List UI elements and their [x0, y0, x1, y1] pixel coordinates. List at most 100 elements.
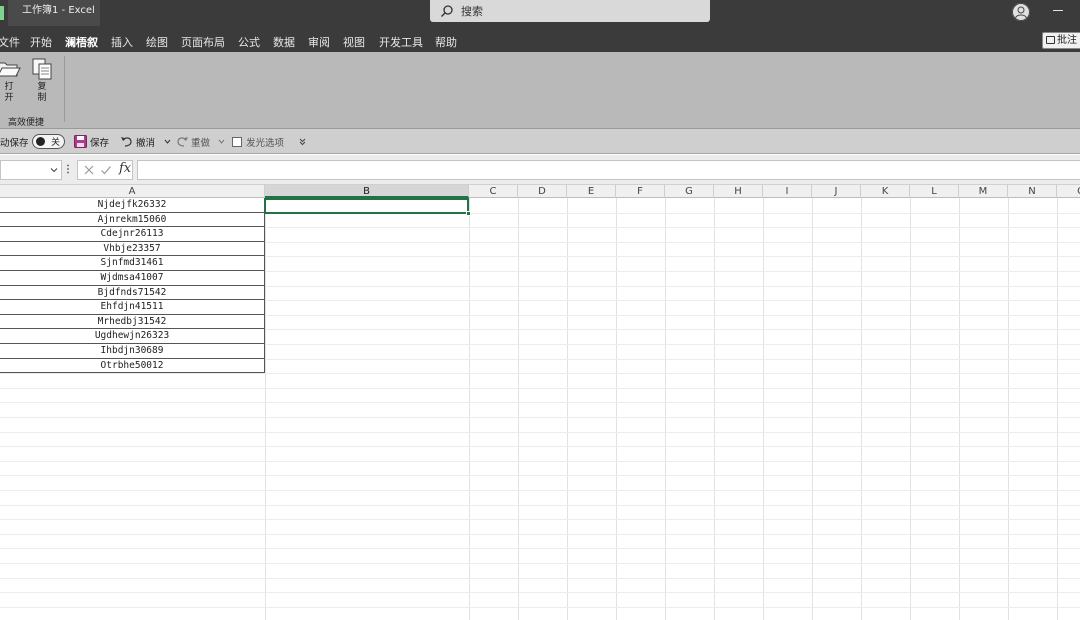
search-box[interactable]: 搜索	[430, 0, 710, 22]
worksheet-grid: ABCDEFGHIJKLMNO Njdejfk26332Ajnrekm15060…	[0, 185, 1080, 620]
redo-label[interactable]: 重做	[191, 135, 210, 149]
gridline-horizontal	[0, 387, 1080, 389]
copy-icon	[32, 58, 52, 80]
comments-label: 批注	[1057, 35, 1077, 46]
cell-a2[interactable]: Ajnrekm15060	[0, 212, 265, 228]
fill-handle[interactable]	[466, 211, 471, 216]
menu-custom-tab[interactable]: 澜梧叙	[65, 34, 98, 54]
comments-button[interactable]: 批注	[1042, 32, 1080, 49]
insert-function-button[interactable]: fx	[119, 161, 131, 176]
copy-button[interactable]: 复制	[29, 58, 55, 104]
column-header-l[interactable]: L	[910, 185, 959, 198]
title-bar: 工作簿1 - Excel 搜索	[0, 0, 1080, 28]
cell-a1[interactable]: Njdejfk26332	[0, 198, 265, 213]
redo-icon[interactable]	[176, 135, 189, 148]
gridline-vertical	[518, 198, 519, 620]
column-header-h[interactable]: H	[714, 185, 763, 198]
cell-a9[interactable]: Mrhedbj31542	[0, 314, 265, 330]
formula-buttons: fx	[77, 160, 133, 180]
more-options-icon[interactable]	[67, 164, 69, 174]
save-icon[interactable]	[74, 135, 87, 148]
excel-logo-icon	[0, 6, 4, 20]
menu-view[interactable]: 视图	[343, 34, 365, 50]
undo-label[interactable]: 撤消	[136, 135, 155, 149]
formula-bar: fx	[0, 155, 1080, 185]
menu-page-layout[interactable]: 页面布局	[181, 34, 225, 50]
menu-home[interactable]: 开始	[30, 34, 52, 50]
chevron-down-icon	[50, 168, 58, 173]
gridline-horizontal	[0, 446, 1080, 448]
undo-icon[interactable]	[120, 135, 133, 148]
cell-a7[interactable]: Bjdfnds71542	[0, 285, 265, 301]
confirm-icon[interactable]	[100, 164, 112, 176]
gridline-horizontal	[0, 533, 1080, 535]
cancel-icon[interactable]	[83, 164, 95, 176]
autosave-toggle[interactable]: 关	[32, 134, 65, 149]
undo-dropdown-icon[interactable]	[161, 135, 174, 148]
column-header-j[interactable]: J	[812, 185, 861, 198]
gridline-vertical	[812, 198, 813, 620]
autosave-label: 动保存	[0, 138, 29, 149]
save-label[interactable]: 保存	[90, 135, 109, 149]
menu-draw[interactable]: 绘图	[146, 34, 168, 50]
gridline-vertical	[910, 198, 911, 620]
cell-a6[interactable]: Wjdmsa41007	[0, 271, 265, 286]
ribbon-group-label: 高效便捷	[8, 118, 45, 128]
quick-access-toolbar: 动保存 关 保存 撤消 重做 发光选项	[0, 129, 1080, 154]
gridline-horizontal	[0, 417, 1080, 418]
column-header-i[interactable]: I	[763, 185, 812, 198]
menu-file[interactable]: 文件	[0, 34, 20, 50]
menu-insert[interactable]: 插入	[111, 34, 133, 50]
glow-option-label: 发光选项	[246, 138, 285, 149]
gridline-vertical	[265, 198, 266, 620]
gridline-vertical	[665, 198, 666, 620]
gridline-vertical	[1057, 198, 1058, 620]
customize-toolbar-icon[interactable]	[296, 135, 309, 148]
open-label: 打开	[4, 82, 14, 103]
menu-review[interactable]: 审阅	[308, 34, 330, 50]
menu-formulas[interactable]: 公式	[238, 34, 260, 50]
column-header-k[interactable]: K	[861, 185, 910, 198]
menu-data[interactable]: 数据	[273, 34, 295, 50]
column-header-o[interactable]: O	[1057, 185, 1080, 198]
cell-a11[interactable]: Ihbdjn30689	[0, 344, 265, 359]
gridline-horizontal	[0, 402, 1080, 404]
user-avatar-icon[interactable]	[1012, 3, 1030, 21]
gridline-vertical	[469, 198, 470, 620]
minimize-button[interactable]	[1053, 10, 1063, 11]
open-button[interactable]: 打开	[0, 58, 22, 104]
column-header-g[interactable]: G	[665, 185, 714, 198]
comment-icon	[1046, 36, 1055, 44]
gridline-horizontal	[0, 577, 1080, 579]
copy-label: 复制	[37, 82, 47, 103]
active-cell-b1[interactable]	[264, 198, 471, 216]
gridline-horizontal	[0, 563, 1080, 564]
cell-a4[interactable]: Vhbje23357	[0, 241, 265, 257]
glow-option-checkbox[interactable]	[232, 137, 242, 147]
column-header-f[interactable]: F	[616, 185, 665, 198]
gridline-horizontal	[0, 548, 1080, 550]
cell-a12[interactable]: Otrbhe50012	[0, 358, 265, 374]
gridline-horizontal	[0, 519, 1080, 521]
name-box[interactable]	[0, 160, 62, 180]
column-header-d[interactable]: D	[518, 185, 567, 198]
column-header-b[interactable]: B	[265, 185, 469, 198]
column-header-e[interactable]: E	[567, 185, 616, 198]
redo-dropdown-icon[interactable]	[215, 135, 228, 148]
cell-a3[interactable]: Cdejnr26113	[0, 227, 265, 242]
folder-open-icon	[0, 62, 21, 77]
cell-a10[interactable]: Ugdhewjn26323	[0, 329, 265, 344]
formula-input[interactable]	[137, 160, 1080, 180]
column-header-a[interactable]: A	[0, 185, 265, 198]
cell-a5[interactable]: Sjnfmd31461	[0, 256, 265, 271]
column-header-m[interactable]: M	[959, 185, 1008, 198]
gridline-vertical	[567, 198, 568, 620]
column-header-n[interactable]: N	[1008, 185, 1057, 198]
menu-help[interactable]: 帮助	[435, 34, 457, 50]
gridline-horizontal	[0, 504, 1080, 506]
menu-developer[interactable]: 开发工具	[379, 34, 423, 50]
column-header-c[interactable]: C	[469, 185, 518, 198]
search-placeholder: 搜索	[461, 5, 483, 18]
menu-bar: 文件 开始 澜梧叙 插入 绘图 页面布局 公式 数据 审阅 视图 开发工具 帮助…	[0, 28, 1080, 54]
cell-a8[interactable]: Ehfdjn41511	[0, 300, 265, 315]
